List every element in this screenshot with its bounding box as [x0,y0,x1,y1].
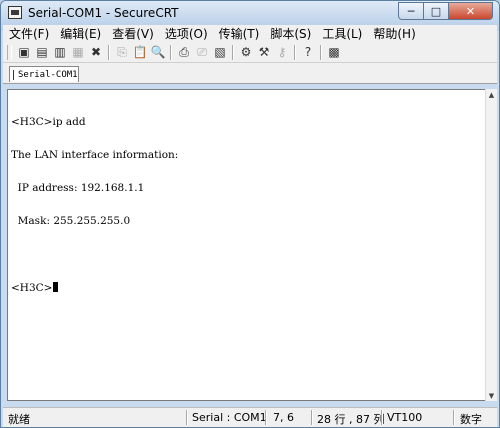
session-tabs: Serial-COM1 [3,63,497,84]
sftp-icon[interactable]: ▩ [325,44,343,61]
tab-status-mark [13,69,14,80]
minimize-button[interactable]: ─ [398,2,424,20]
menu-view[interactable]: 查看(V) [106,25,159,42]
maximize-button[interactable]: □ [424,2,449,20]
toolbar-grip[interactable] [7,44,12,60]
terminal-line: IP address: 192.168.1.1 [11,182,145,194]
log-session-icon[interactable]: ▧ [211,44,229,61]
terminal-line: The LAN interface information: [11,149,179,161]
securecrt-window: Serial-COM1 - SecureCRT ─ □ ✕ 文件(F) 编辑(E… [0,0,500,428]
status-separator [265,410,267,425]
terminal-prompt: <H3C> [11,282,53,294]
global-options-icon[interactable]: ⚒ [255,44,273,61]
menu-tools[interactable]: 工具(L) [316,25,367,42]
app-icon [8,6,22,19]
watermark: Bai 经验 [396,375,450,390]
menu-file[interactable]: 文件(F) [3,25,54,42]
toolbar: ▣ ▤ ▥ ▦ ✖ ⎘ 📋 🔍 ⎙ ⎚ ▧ ⚙ ⚒ ⚷ ? ▩ [3,42,497,63]
status-mode: 数字 [460,413,482,426]
status-separator [453,410,455,425]
terminal-prompt-line: <H3C> [11,282,178,294]
connect-icon[interactable]: ▣ [15,44,33,61]
close-button[interactable]: ✕ [449,2,493,20]
status-bar: 就绪 Serial : COM1 7, 6 28 行 , 87 列 VT100 … [3,407,497,427]
paste-icon[interactable]: 📋 [131,44,149,61]
tab-serial-com1[interactable]: Serial-COM1 [9,66,79,82]
key-icon[interactable]: ⚷ [273,44,291,61]
menu-bar: 文件(F) 编辑(E) 查看(V) 选项(O) 传输(T) 脚本(S) 工具(L… [3,25,497,42]
status-size: 28 行 , 87 列 [317,413,385,426]
tab-label: Serial-COM1 [18,69,78,80]
status-emulation: VT100 [387,411,423,424]
window-title: Serial-COM1 - SecureCRT [28,6,179,20]
print-icon[interactable]: ⎙ [175,44,193,61]
status-port: Serial : COM1 [192,411,267,424]
menu-script[interactable]: 脚本(S) [264,25,316,42]
copy-icon[interactable]: ⎘ [113,44,131,61]
disconnect-icon[interactable]: ✖ [87,44,105,61]
menu-options[interactable]: 选项(O) [159,25,213,42]
vertical-scrollbar[interactable]: ▲ ▼ [485,89,497,401]
status-separator [311,410,313,425]
terminal-line: Mask: 255.255.255.0 [11,215,131,227]
reconnect-icon[interactable]: ▦ [69,44,87,61]
status-separator [381,410,383,425]
find-icon[interactable]: 🔍 [149,44,167,61]
quick-connect-icon[interactable]: ▤ [33,44,51,61]
connect-in-tab-icon[interactable]: ▥ [51,44,69,61]
menu-transfer[interactable]: 传输(T) [213,25,265,42]
status-ready: 就绪 [8,413,30,426]
toolbar-separator [108,44,110,60]
toolbar-separator [232,44,234,60]
print-setup-icon[interactable]: ⎚ [193,44,211,61]
toolbar-separator [320,44,322,60]
terminal-area[interactable]: <H3C>ip add The LAN interface informatio… [7,89,487,401]
menu-help[interactable]: 帮助(H) [367,25,420,42]
terminal-output: <H3C>ip add The LAN interface informatio… [11,95,178,316]
terminal-line: <H3C>ip add [11,116,86,128]
session-options-icon[interactable]: ⚙ [237,44,255,61]
toolbar-separator [294,44,296,60]
help-icon[interactable]: ? [299,44,317,61]
scroll-up-icon[interactable]: ▲ [486,89,497,100]
menu-edit[interactable]: 编辑(E) [54,25,106,42]
toolbar-separator [170,44,172,60]
window-controls: ─ □ ✕ [398,2,493,20]
title-bar[interactable]: Serial-COM1 - SecureCRT ─ □ ✕ [1,1,499,25]
status-separator [186,410,188,425]
terminal-cursor [53,282,59,292]
status-cursor: 7, 6 [273,411,294,424]
